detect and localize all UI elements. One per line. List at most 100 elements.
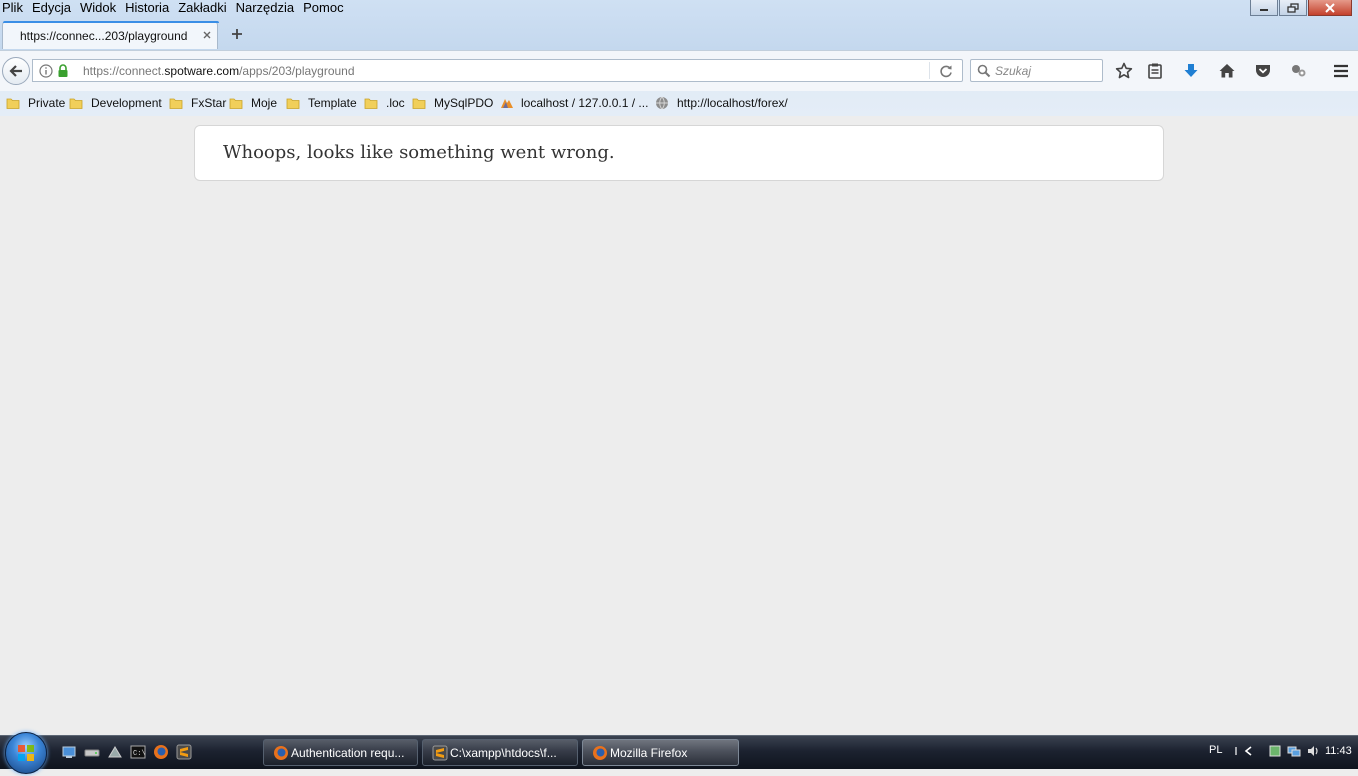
pocket-button[interactable] [1252,60,1274,82]
bookmark-label: .loc [386,96,405,110]
folder-icon [364,98,378,109]
browser-chrome: Plik Edycja Widok Historia Zakładki Narz… [0,0,1358,117]
tab-accent-line [3,21,219,23]
firefox-icon[interactable] [153,744,169,760]
taskbar-item-firefox[interactable]: Mozilla Firefox [582,739,739,766]
lock-icon[interactable] [57,64,69,78]
menu-zakladki[interactable]: Zakładki [175,0,232,17]
system-tray: PL 11:43 [1206,736,1358,769]
phpmyadmin-icon [501,99,513,108]
search-bar[interactable] [970,59,1103,82]
minimize-icon [1260,8,1268,11]
volume-icon[interactable] [1306,744,1320,758]
bookmark-mysqlpdo[interactable]: MySqlPDO [412,94,493,112]
sublime-icon[interactable] [176,744,192,760]
tab-close-icon[interactable] [201,29,213,41]
home-button[interactable] [1216,60,1238,82]
firefox-icon [274,746,288,760]
tab-title: https://connec...203/playground [20,29,188,43]
download-arrow-icon [1184,64,1198,77]
hamburger-menu-icon [1334,64,1348,78]
main-menu-button[interactable] [1330,60,1352,82]
keyboard-layout-icon[interactable] [1268,744,1282,758]
menu-bar: Plik Edycja Widok Historia Zakładki Narz… [0,0,350,17]
url-path: /apps/203/playground [239,64,355,78]
bookmark-loc[interactable]: .loc [364,94,405,112]
taskbar-item-label: C:\xampp\htdocs\f... [450,746,557,760]
bookmark-label: FxStar [191,96,227,110]
menu-plik[interactable]: Plik [0,0,29,17]
bookmark-localhost-pma[interactable]: localhost / 127.0.0.1 / ... [499,94,648,112]
url-divider [929,62,930,79]
new-tab-icon[interactable] [229,26,245,42]
folder-icon [286,98,300,109]
bookmark-label: Moje [251,96,278,110]
bookmark-moje[interactable]: Moje [229,94,277,112]
bookmark-template[interactable]: Template [286,94,357,112]
restore-icon [1287,2,1299,13]
menu-historia[interactable]: Historia [122,0,175,17]
back-arrow-icon [9,65,22,77]
extension-icon [1292,65,1306,77]
menu-narzedzia[interactable]: Narzędzia [233,0,301,17]
home-icon [1219,64,1235,78]
bookmark-label: Development [91,96,162,110]
network-tool-icon[interactable] [107,744,123,760]
menu-pomoc[interactable]: Pomoc [300,0,349,17]
page-content: Whoops, looks like something went wrong. [0,116,1358,735]
bookmarks-toolbar: Private Development FxStar Moje Template… [0,91,1358,115]
bookmark-development[interactable]: Development [69,94,162,112]
clipboard-icon [1148,63,1162,79]
bookmark-fxstar[interactable]: FxStar [169,94,226,112]
back-button[interactable] [2,57,30,85]
language-indicator[interactable]: PL [1209,744,1222,756]
close-window-button[interactable] [1308,0,1352,16]
info-icon[interactable] [39,64,53,78]
folder-icon [412,98,426,109]
sublime-icon [432,745,448,761]
svg-text:C:\: C:\ [133,750,146,758]
command-prompt-icon[interactable]: C:\ [130,744,146,760]
url-text: https://connect.spotware.com/apps/203/pl… [83,64,355,78]
folder-icon [229,98,243,109]
bookmark-star-button[interactable] [1113,60,1135,82]
search-icon [977,64,991,78]
firefox-icon [593,746,607,760]
bookmark-label: Private [28,96,66,110]
taskbar-item-auth[interactable]: Authentication requ... [263,739,418,766]
taskbar-item-label: Mozilla Firefox [610,746,688,760]
network-icon[interactable] [1287,744,1301,758]
restore-button[interactable] [1279,0,1307,16]
taskbar-item-sublime[interactable]: C:\xampp\htdocs\f... [422,739,578,766]
reload-icon[interactable] [938,63,954,79]
url-bar[interactable]: https://connect.spotware.com/apps/203/pl… [32,59,963,82]
close-icon [1325,2,1335,13]
search-input[interactable] [995,61,1095,80]
star-icon [1115,62,1133,79]
bookmark-label: MySqlPDO [434,96,494,110]
bookmark-label: localhost / 127.0.0.1 / ... [521,96,649,110]
downloads-button[interactable] [1180,60,1202,82]
folder-icon [169,98,183,109]
bookmark-label: http://localhost/forex/ [677,96,788,110]
bookmark-private[interactable]: Private [6,94,65,112]
tab-active[interactable]: https://connec...203/playground [2,21,219,49]
minimize-button[interactable] [1250,0,1278,16]
menu-widok[interactable]: Widok [77,0,122,17]
url-domain: spotware.com [164,64,240,78]
drive-icon[interactable] [84,744,100,760]
menu-edycja[interactable]: Edycja [29,0,77,17]
error-message: Whoops, looks like something went wrong. [223,142,615,163]
reading-list-button[interactable] [1144,60,1166,82]
navigation-toolbar: https://connect.spotware.com/apps/203/pl… [0,50,1358,91]
clock[interactable]: 11:43 [1325,745,1352,757]
url-prefix: https://connect. [83,64,165,78]
chevron-left-icon[interactable] [1242,744,1256,758]
pocket-icon [1256,65,1270,77]
bookmark-localhost-forex[interactable]: http://localhost/forex/ [655,94,788,112]
error-panel: Whoops, looks like something went wrong. [194,125,1164,181]
show-desktop-icon[interactable] [61,744,77,760]
globe-icon [656,96,668,110]
windows-logo-icon [18,745,34,761]
extension-button[interactable] [1288,60,1310,82]
